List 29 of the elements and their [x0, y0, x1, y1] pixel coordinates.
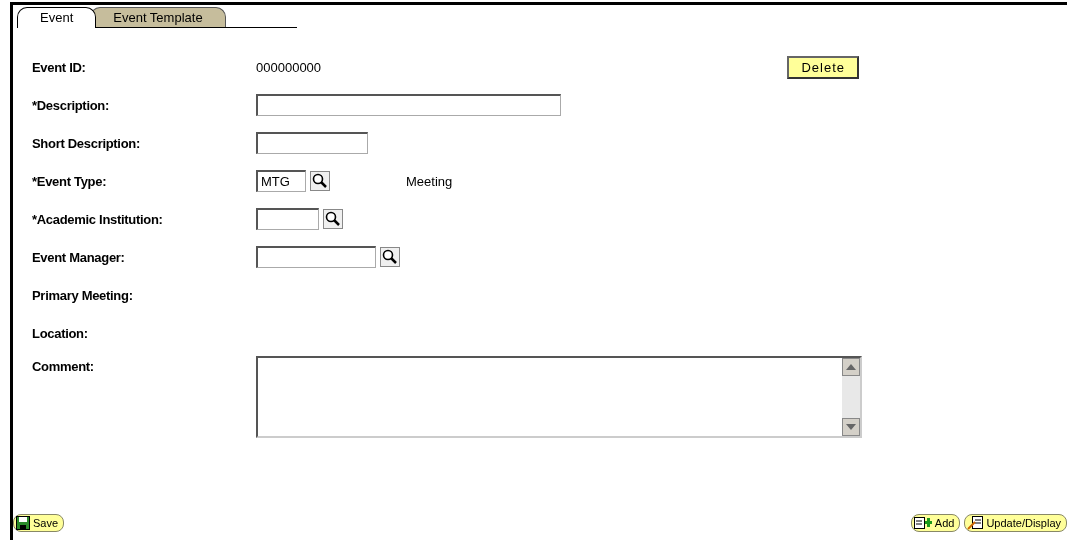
scroll-up-icon[interactable] [842, 358, 860, 376]
update-display-button[interactable]: Update/Display [964, 514, 1067, 532]
field-label: *Event Type: [32, 173, 108, 189]
field-value: 000000000 [256, 59, 322, 75]
scroll-down-icon[interactable] [842, 418, 860, 436]
save-button[interactable]: Save [13, 514, 65, 532]
field-label: Comment: [32, 358, 95, 374]
input-field[interactable] [256, 94, 561, 116]
search-icon[interactable] [323, 209, 343, 229]
field-label: Primary Meeting: [32, 287, 134, 303]
field-label: Event Manager: [32, 249, 126, 265]
field-label: *Academic Institution: [32, 211, 164, 227]
input-field[interactable] [256, 246, 376, 268]
comment-field[interactable] [256, 356, 862, 438]
search-icon[interactable] [380, 247, 400, 267]
field-label: Location: [32, 325, 89, 341]
delete-button[interactable]: Delete [787, 55, 859, 79]
add-button[interactable]: Add [910, 514, 961, 532]
pencil-list-icon [967, 516, 984, 530]
add-list-icon [913, 516, 932, 530]
input-field[interactable] [256, 132, 368, 154]
tab[interactable]: Event [17, 7, 97, 28]
field-label: *Description: [32, 97, 110, 113]
search-icon[interactable] [310, 171, 330, 191]
field-label: Short Description: [32, 135, 141, 151]
input-field[interactable]: MTG [256, 170, 306, 192]
field-label: Event ID: [32, 59, 87, 75]
field-description: Meeting [406, 173, 453, 189]
input-field[interactable] [256, 208, 319, 230]
